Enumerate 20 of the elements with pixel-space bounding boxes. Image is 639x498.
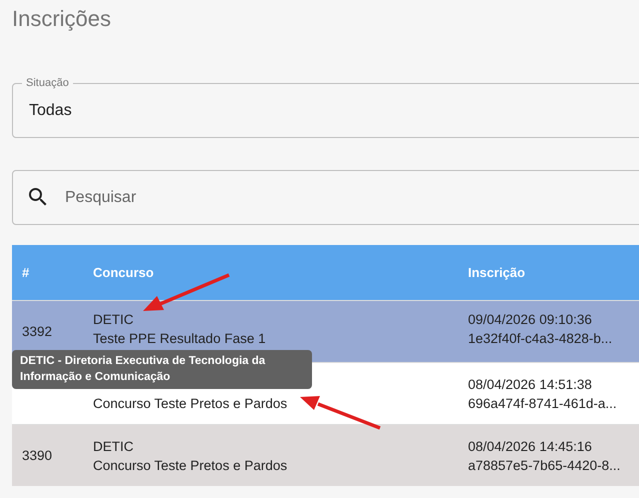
search-icon: [29, 188, 47, 206]
table-cell-text: Concurso Teste Pretos e Pardos: [93, 396, 288, 410]
table-cell-text: DETIC: [93, 438, 134, 454]
table-cell-text: a78857e5-7b65-4420-8...: [468, 458, 622, 472]
table-cell-text: 08/04/2026 14:45:16: [468, 438, 593, 454]
search-field[interactable]: Pesquisar: [12, 170, 639, 225]
table-cell-text: 696a474f-8741-461d-a...: [468, 396, 618, 410]
table-cell-text: Teste PPE Resultado Fase 1: [93, 330, 267, 346]
table-cell: 3392: [22, 324, 52, 339]
table-cell-text: DETIC: [93, 312, 134, 326]
table-cell-text: 1e32f40f-c4a3-4828-b...: [468, 330, 614, 346]
field-label: Situação: [22, 76, 73, 90]
table-cell-text: Concurso Teste Pretos e Pardos: [93, 458, 288, 472]
table-cell-text: 09/04/2026 09:10:36: [468, 312, 593, 326]
tooltip: DETIC - Diretoria Executiva de Tecnologia da Informação e Comunicação: [12, 350, 312, 390]
table-cell-text: 08/04/2026 14:51:38: [468, 376, 593, 392]
table-row[interactable]: 3390 DETIC Concurso Teste Pretos e Pardos 08/04/2026 14:45:16 a78857e5-7b65-4420-8...: [12, 424, 639, 486]
select-value: Todas: [29, 102, 72, 120]
page-title: Inscrições: [12, 6, 112, 33]
table-cell: 3390: [22, 448, 52, 463]
